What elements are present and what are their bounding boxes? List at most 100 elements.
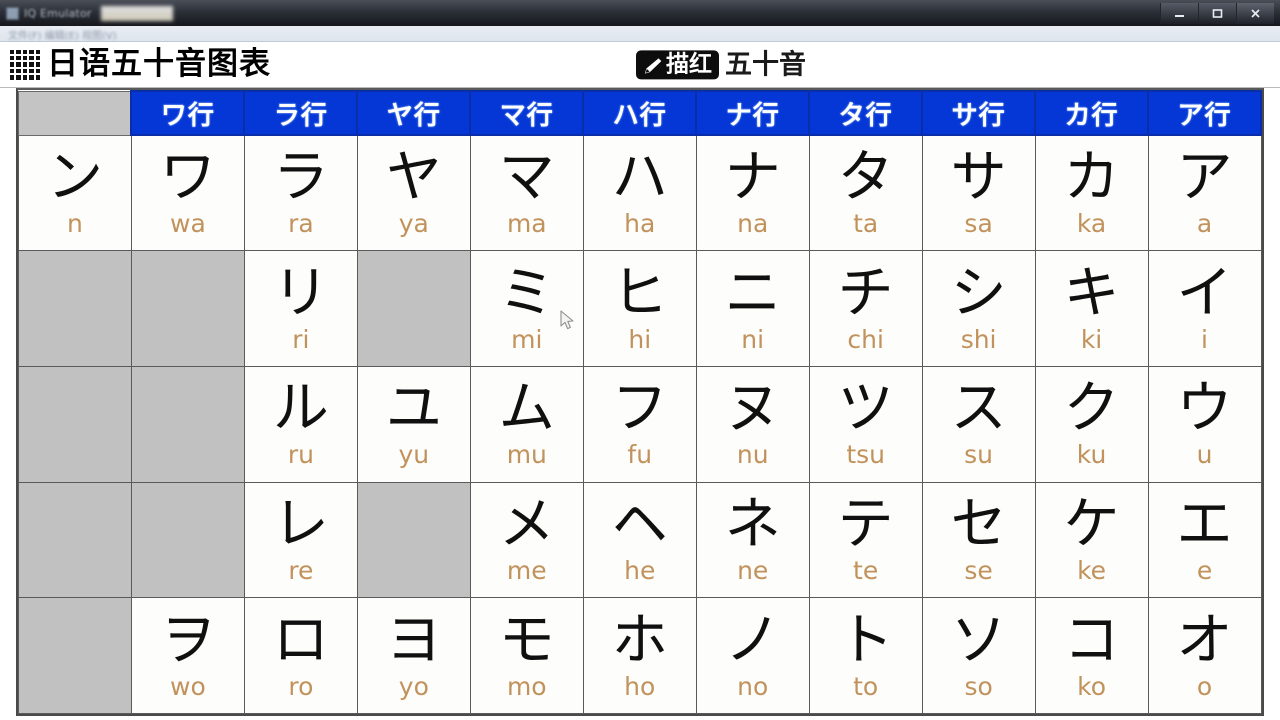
kana-cell[interactable]: ロ ro [243,597,358,714]
kana-cell[interactable]: ヌ nu [695,365,810,483]
kana-cell[interactable]: ト to [808,597,923,714]
kana-cell[interactable]: ニ ni [695,250,810,367]
kana-cell[interactable]: ソ so [921,597,1036,714]
romaji-label: mi [511,324,543,354]
kana-cell[interactable]: メ me [469,481,584,599]
column-header-6[interactable]: タ行 [808,90,924,136]
kana-cell-content: オo [1149,598,1261,713]
kana-cell[interactable]: ハ ha [582,134,697,252]
kana-cell[interactable]: ム mu [469,365,584,483]
kana-cell[interactable]: ノ no [695,597,810,714]
kana-glyph: レ [272,491,329,557]
kana-cell[interactable]: レ re [243,481,358,599]
kana-cell[interactable]: カ ka [1034,134,1149,252]
romaji-label: shi [960,324,997,354]
column-header-9[interactable]: ア行 [1147,90,1262,136]
romaji-label: u [1196,440,1213,470]
romaji-label: o [1196,671,1213,701]
kana-glyph: テ [837,491,894,557]
kana-cell[interactable]: ス su [921,365,1036,483]
tracing-mode-badge[interactable]: 描红 [636,49,719,80]
table-row: ヲ wo ロ ro ヨ yo モ mo ホ ho ノ no ト to ソ so コ ko オ o [18,597,1262,714]
kana-cell-content: ネ ne [697,483,809,598]
kana-cell-content: セ se [923,483,1035,598]
kana-cell[interactable]: マ ma [469,134,584,252]
kana-cell[interactable]: ヒ hi [582,250,697,367]
kana-cell[interactable]: イi [1147,250,1262,367]
kana-cell-content: エe [1149,483,1261,598]
kana-cell-content: ウu [1149,367,1261,482]
kana-cell[interactable]: ナ na [695,134,810,252]
kana-cell[interactable]: ユ yu [356,365,471,483]
kana-cell[interactable]: キ ki [1034,250,1149,367]
kana-cell[interactable]: ル ru [243,365,358,483]
romaji-label: he [624,555,656,585]
kana-cell-content: テ te [810,483,922,598]
kana-cell[interactable]: ク ku [1034,365,1149,483]
kana-cell-content: ンn [19,136,131,251]
kana-cell[interactable]: ヨ yo [356,597,471,714]
kana-glyph: ツ [837,376,894,442]
kana-cell[interactable]: タ ta [808,134,923,252]
kana-cell[interactable]: ヲ wo [130,597,245,714]
column-header-7[interactable]: サ行 [921,90,1037,136]
romaji-label: ni [741,324,765,354]
kana-cell[interactable]: ンn [18,134,132,252]
kana-cell[interactable]: ホ ho [582,597,697,714]
kana-cell[interactable]: チ chi [808,250,923,367]
kana-glyph: ヤ [385,145,442,211]
kana-cell[interactable]: ワ wa [130,134,245,252]
column-header-2[interactable]: ヤ行 [356,90,472,136]
column-header-4[interactable]: ハ行 [582,90,698,136]
kana-glyph: ヲ [159,607,216,673]
column-header-8[interactable]: カ行 [1034,90,1150,136]
kana-cell-content: ニ ni [697,251,809,366]
kana-cell[interactable]: ヘ he [582,481,697,599]
kana-cell[interactable]: リ ri [243,250,358,367]
column-header-1[interactable]: ラ行 [243,90,359,136]
romaji-label: mu [506,440,547,470]
kana-glyph: ヨ [385,607,442,673]
kana-glyph: ラ [272,145,329,211]
kana-cell-empty [130,250,245,367]
romaji-label: ro [288,671,314,701]
kana-cell[interactable]: コ ko [1034,597,1149,714]
kana-cell[interactable]: セ se [921,481,1036,599]
column-header-3[interactable]: マ行 [469,90,585,136]
kana-cell-empty [18,481,132,599]
kana-cell[interactable]: ウu [1147,365,1262,483]
kana-cell-content: キ ki [1036,251,1148,366]
page-header: 日语五十音图表 描红 五十音 [0,42,1280,88]
window-titlebar: IQ Emulator [0,0,1280,26]
kana-cell-content: サ sa [923,136,1035,250]
kana-cell[interactable]: アa [1147,134,1262,252]
kana-cell[interactable]: オo [1147,597,1262,714]
kana-glyph: コ [1063,607,1120,673]
window-menubar[interactable]: 文件(F) 编辑(E) 视图(V) [0,26,1280,42]
minimize-button[interactable] [1160,2,1198,24]
kana-cell[interactable]: テ te [808,481,923,599]
kana-cell[interactable]: ツ tsu [808,365,923,483]
column-header-5[interactable]: ナ行 [695,90,811,136]
kana-cell[interactable]: ミ mi [469,250,584,367]
kana-cell[interactable]: ラ ra [243,134,358,252]
kana-cell[interactable]: エe [1147,481,1262,599]
column-header-0[interactable]: ワ行 [130,90,246,136]
kana-cell[interactable]: ケ ke [1034,481,1149,599]
kana-cell[interactable]: モ mo [469,597,584,714]
romaji-label: ke [1077,555,1107,585]
kana-cell[interactable]: サ sa [921,134,1036,252]
kana-cell-content: チ chi [810,251,922,366]
kana-cell-content: ロ ro [245,598,357,713]
close-button[interactable] [1236,2,1274,24]
romaji-label: chi [847,324,884,354]
kana-cell[interactable]: ネ ne [695,481,810,599]
kana-glyph: ワ [159,145,216,211]
romaji-label: mo [506,671,547,701]
kana-cell-content: ヘ he [584,483,696,598]
app-window: IQ Emulator 文件(F) 编辑(E) 视图(V) 日语五十音图表 描红… [0,0,1280,720]
maximize-button[interactable] [1198,2,1236,24]
kana-cell[interactable]: ヤ ya [356,134,471,252]
kana-cell[interactable]: フ fu [582,365,697,483]
kana-cell[interactable]: シ shi [921,250,1036,367]
